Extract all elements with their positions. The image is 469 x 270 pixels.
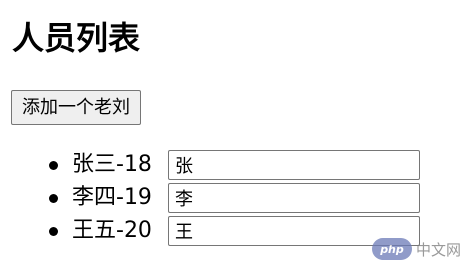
watermark: php 中文网 [371,238,461,260]
page-title: 人员列表 [12,19,141,57]
people-list: 张三-18 李四-19 王五-20 [0,148,430,247]
list-item: 张三-18 [0,148,430,181]
bullet-icon [49,161,58,170]
php-logo-icon: php [371,238,412,260]
watermark-text: 中文网 [415,240,461,259]
person-label: 李四-19 [72,185,152,210]
bullet-icon [49,194,58,203]
add-person-button[interactable]: 添加一个老刘 [11,90,141,125]
person-label: 王五-20 [72,218,152,243]
page: 人员列表 添加一个老刘 张三-18 李四-19 王五-20 php 中文网 [0,0,469,270]
bullet-icon [49,227,58,236]
list-item: 李四-19 [0,181,430,214]
list-item: 王五-20 [0,214,430,247]
person-label: 张三-18 [72,152,152,177]
person-name-input[interactable] [168,149,420,180]
person-name-input[interactable] [168,182,420,213]
